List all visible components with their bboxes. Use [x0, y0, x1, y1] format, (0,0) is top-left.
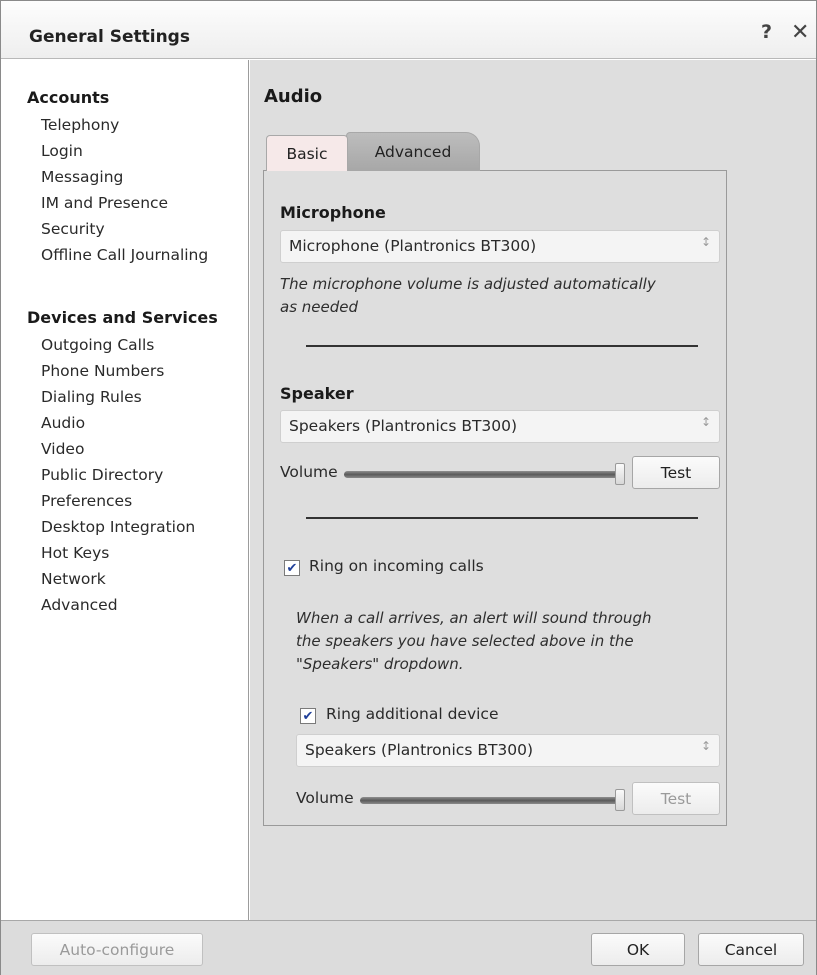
- microphone-select-value: Microphone (Plantronics BT300): [289, 237, 537, 255]
- additional-volume-slider[interactable]: [360, 797, 620, 804]
- tab-advanced[interactable]: Advanced: [346, 132, 480, 171]
- sidebar-item-video[interactable]: Video: [41, 438, 84, 460]
- sidebar-item-offline-call-journaling[interactable]: Offline Call Journaling: [41, 244, 208, 266]
- dropdown-arrow-icon: ↕: [700, 415, 711, 429]
- sidebar-group-accounts[interactable]: Accounts: [27, 88, 109, 107]
- ring-additional-checkbox[interactable]: ✔: [300, 708, 316, 724]
- speaker-select[interactable]: Speakers (Plantronics BT300) ↕: [280, 410, 720, 443]
- sidebar-item-outgoing-calls[interactable]: Outgoing Calls: [41, 334, 154, 356]
- ring-note-line: "Speakers" dropdown.: [296, 655, 464, 673]
- sidebar-item-hot-keys[interactable]: Hot Keys: [41, 542, 109, 564]
- audio-basic-panel: Microphone Microphone (Plantronics BT300…: [263, 170, 727, 826]
- title-bar: General Settings ? ✕: [1, 1, 816, 59]
- sidebar-group-devices-and-services[interactable]: Devices and Services: [27, 308, 218, 327]
- microphone-heading: Microphone: [280, 203, 386, 222]
- microphone-note-line: The microphone volume is adjusted automa…: [280, 275, 656, 293]
- divider: [306, 345, 698, 347]
- close-icon[interactable]: ✕: [791, 20, 809, 45]
- sidebar-item-desktop-integration[interactable]: Desktop Integration: [41, 516, 195, 538]
- window-title: General Settings: [29, 27, 190, 47]
- sidebar-item-security[interactable]: Security: [41, 218, 105, 240]
- ring-note: When a call arrives, an alert will sound…: [296, 607, 728, 676]
- sidebar-item-telephony[interactable]: Telephony: [41, 114, 119, 136]
- additional-device-select-value: Speakers (Plantronics BT300): [305, 741, 534, 759]
- speaker-heading: Speaker: [280, 384, 354, 403]
- speaker-volume-slider[interactable]: [344, 471, 620, 478]
- dropdown-arrow-icon: ↕: [700, 235, 711, 249]
- settings-window: General Settings ? ✕ Accounts Telephony …: [0, 0, 817, 975]
- sidebar-item-messaging[interactable]: Messaging: [41, 166, 123, 188]
- additional-device-select[interactable]: Speakers (Plantronics BT300) ↕: [296, 734, 720, 767]
- sidebar-item-dialing-rules[interactable]: Dialing Rules: [41, 386, 142, 408]
- microphone-note: The microphone volume is adjusted automa…: [280, 273, 726, 319]
- microphone-select[interactable]: Microphone (Plantronics BT300) ↕: [280, 230, 720, 263]
- sidebar-item-network[interactable]: Network: [41, 568, 106, 590]
- ring-additional-label[interactable]: Ring additional device: [326, 705, 498, 723]
- sidebar-item-phone-numbers[interactable]: Phone Numbers: [41, 360, 164, 382]
- sidebar-item-advanced[interactable]: Advanced: [41, 594, 118, 616]
- settings-content: Audio Basic Advanced Microphone Micropho…: [250, 60, 816, 920]
- additional-test-button[interactable]: Test: [632, 782, 720, 815]
- ring-note-line: When a call arrives, an alert will sound…: [296, 609, 652, 627]
- sidebar-item-audio[interactable]: Audio: [41, 412, 85, 434]
- cancel-button[interactable]: Cancel: [698, 933, 804, 966]
- additional-volume-thumb[interactable]: [615, 789, 625, 811]
- help-icon[interactable]: ?: [761, 21, 772, 43]
- dialog-footer: Auto-configure OK Cancel: [1, 920, 816, 975]
- speaker-test-button[interactable]: Test: [632, 456, 720, 489]
- ring-note-line: the speakers you have selected above in …: [296, 632, 634, 650]
- ok-button[interactable]: OK: [591, 933, 685, 966]
- dropdown-arrow-icon: ↕: [700, 739, 711, 753]
- additional-volume-label: Volume: [296, 789, 354, 807]
- tab-basic[interactable]: Basic: [266, 135, 348, 171]
- microphone-note-line: as needed: [280, 298, 359, 316]
- sidebar-item-im-and-presence[interactable]: IM and Presence: [41, 192, 168, 214]
- speaker-volume-label: Volume: [280, 463, 338, 481]
- ring-incoming-checkbox[interactable]: ✔: [284, 560, 300, 576]
- speaker-select-value: Speakers (Plantronics BT300): [289, 417, 518, 435]
- sidebar-item-login[interactable]: Login: [41, 140, 83, 162]
- ring-incoming-label[interactable]: Ring on incoming calls: [309, 557, 484, 575]
- auto-configure-button[interactable]: Auto-configure: [31, 933, 203, 966]
- speaker-volume-thumb[interactable]: [615, 463, 625, 485]
- page-title: Audio: [264, 86, 323, 107]
- sidebar-item-public-directory[interactable]: Public Directory: [41, 464, 163, 486]
- settings-sidebar: Accounts Telephony Login Messaging IM an…: [1, 60, 249, 920]
- divider: [306, 517, 698, 519]
- sidebar-item-preferences[interactable]: Preferences: [41, 490, 132, 512]
